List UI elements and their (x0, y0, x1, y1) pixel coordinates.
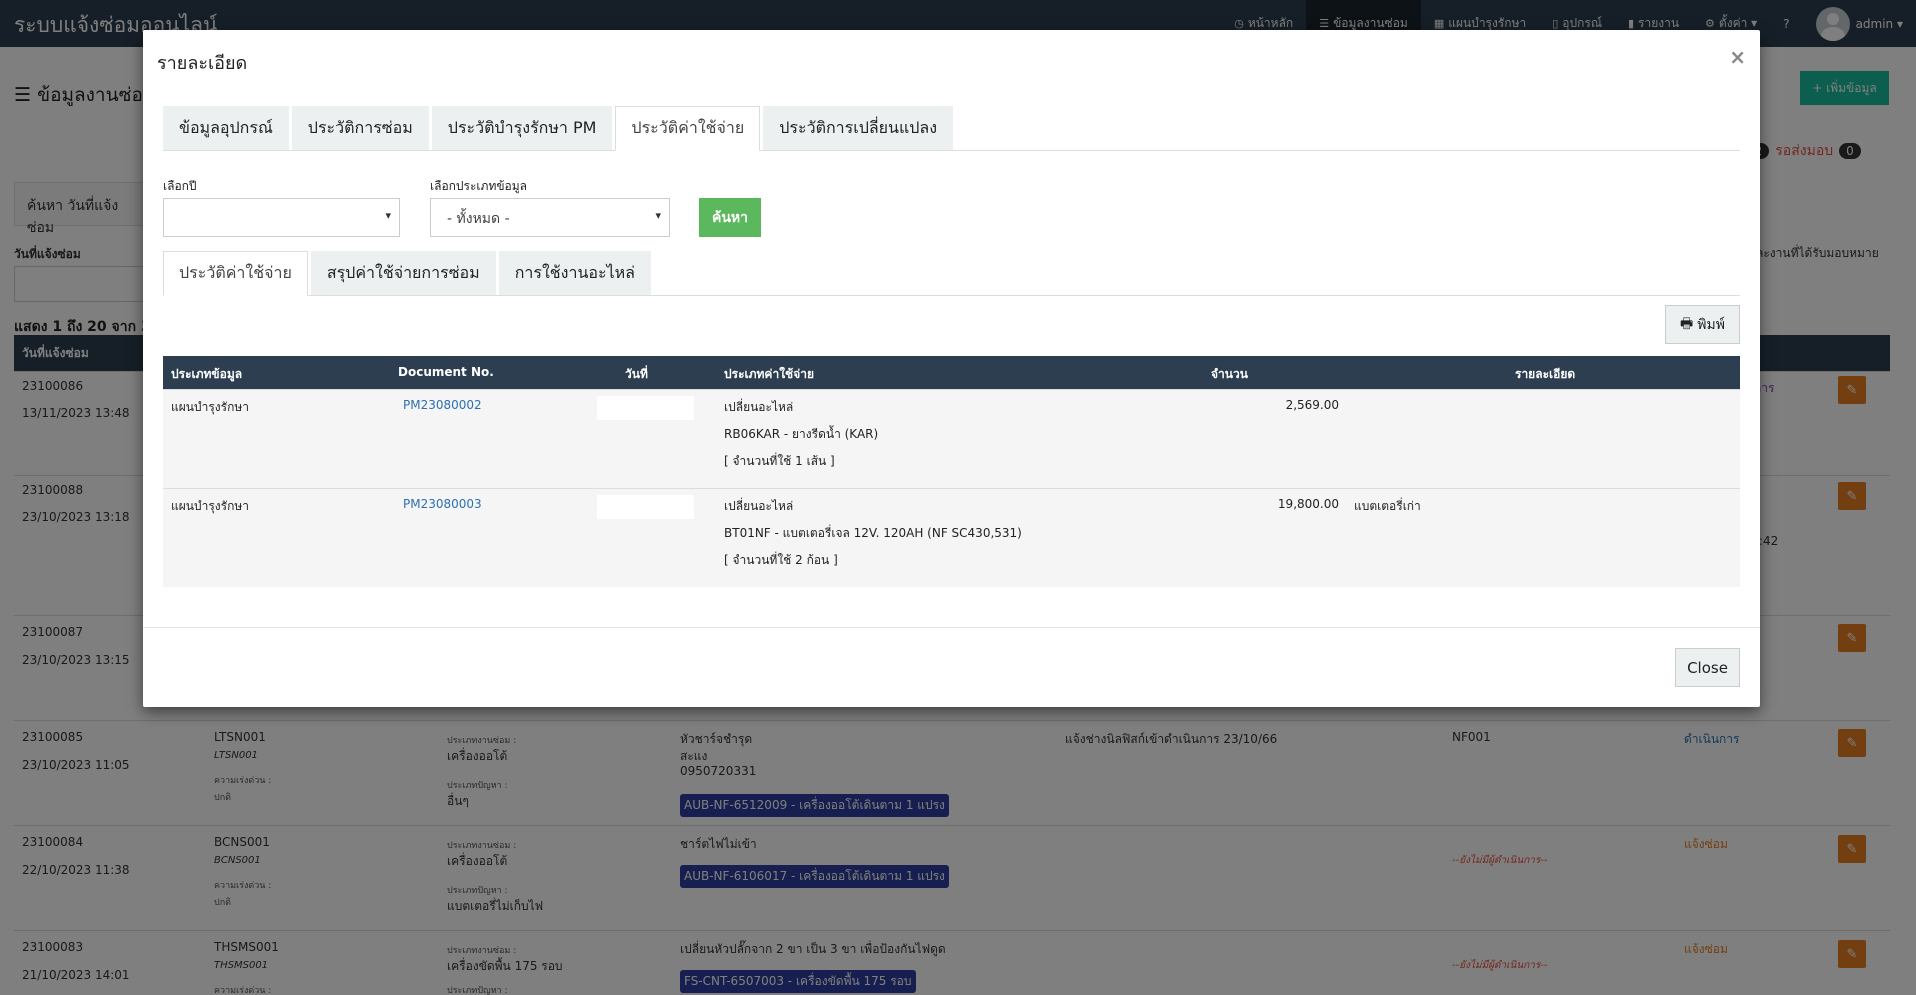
close-icon[interactable]: × (1729, 45, 1746, 69)
detail: แบตเตอรี่เก่า (1354, 499, 1421, 513)
amount: 19,800.00 (1277, 497, 1339, 511)
search-button[interactable]: ค้นหา (699, 198, 761, 237)
modal-title: รายละเอียด (157, 53, 248, 74)
col-amount: จำนวน (1211, 367, 1248, 381)
date-field (597, 396, 694, 420)
chevron-down-icon: ▾ (385, 209, 391, 222)
modal-footer (143, 627, 1760, 628)
part-name: BT01NF - แบตเตอรี่เจล 12V. 120AH (NF SC4… (724, 526, 1022, 540)
tab-parts-usage[interactable]: การใช้งานอะไหล่ (498, 251, 651, 295)
expense-table: ประเภทข้อมูล Document No. วันที่ ประเภทค… (163, 356, 1740, 587)
chevron-down-icon: ▾ (655, 209, 661, 222)
detail-modal: รายละเอียด × ข้อมูลอุปกรณ์ ประวัติการซ่อ… (143, 30, 1760, 707)
usage-qty: [ จำนวนที่ใช้ 2 ก้อน ] (724, 553, 838, 567)
col-doc-no: Document No. (398, 365, 494, 379)
tab-change-history[interactable]: ประวัติการเปลี่ยนแปลง (763, 106, 954, 150)
col-date: วันที่ (625, 367, 648, 381)
print-button[interactable]: 🖶 พิมพ์ (1665, 305, 1740, 344)
col-expense-type: ประเภทค่าใช้จ่าย (724, 367, 814, 381)
date-field (597, 495, 694, 519)
part-name: RB06KAR - ยางรีดน้ำ (KAR) (724, 427, 879, 441)
tab-pm-history[interactable]: ประวัติบำรุงรักษา PM (431, 106, 613, 150)
col-data-type: ประเภทข้อมูล (171, 367, 243, 381)
type-value: - ทั้งหมด - (447, 211, 510, 227)
table-row: แผนบำรุงรักษา PM23080002 เปลี่ยนอะไหล่ R… (163, 389, 1740, 488)
tab-repair-cost-summary[interactable]: สรุปค่าใช้จ่ายการซ่อม (310, 251, 496, 295)
usage-qty: [ จำนวนที่ใช้ 1 เส้น ] (724, 454, 835, 468)
doc-link[interactable]: PM23080002 (403, 398, 482, 412)
amount: 2,569.00 (1285, 398, 1339, 412)
year-label: เลือกปี (163, 179, 197, 193)
tab-equipment-info[interactable]: ข้อมูลอุปกรณ์ (163, 106, 289, 150)
close-button[interactable]: Close (1675, 648, 1740, 687)
year-select[interactable]: ▾ (163, 198, 400, 237)
type-label: เลือกประเภทข้อมูล (430, 179, 528, 193)
expense-table-header: ประเภทข้อมูล Document No. วันที่ ประเภทค… (163, 356, 1740, 389)
table-row: แผนบำรุงรักษา PM23080003 เปลี่ยนอะไหล่ B… (163, 488, 1740, 587)
tab-expense-history[interactable]: ประวัติค่าใช้จ่าย (615, 106, 761, 151)
main-tabs: ข้อมูลอุปกรณ์ ประวัติการซ่อม ประวัติบำรุ… (163, 106, 1740, 151)
doc-link[interactable]: PM23080003 (403, 497, 482, 511)
expense-type: เปลี่ยนอะไหล่ (724, 499, 794, 513)
col-detail: รายละเอียด (1515, 367, 1576, 381)
tab-repair-history[interactable]: ประวัติการซ่อม (291, 106, 429, 150)
type-select[interactable]: - ทั้งหมด - ▾ (430, 198, 670, 237)
modal-header: รายละเอียด × (143, 30, 1760, 86)
print-label: พิมพ์ (1697, 316, 1725, 333)
data-type: แผนบำรุงรักษา (171, 499, 249, 513)
printer-icon: 🖶 (1680, 315, 1694, 332)
sub-tabs: ประวัติค่าใช้จ่าย สรุปค่าใช้จ่ายการซ่อม … (163, 251, 1740, 296)
data-type: แผนบำรุงรักษา (171, 400, 249, 414)
tab-expense-list[interactable]: ประวัติค่าใช้จ่าย (163, 251, 308, 296)
expense-type: เปลี่ยนอะไหล่ (724, 400, 794, 414)
